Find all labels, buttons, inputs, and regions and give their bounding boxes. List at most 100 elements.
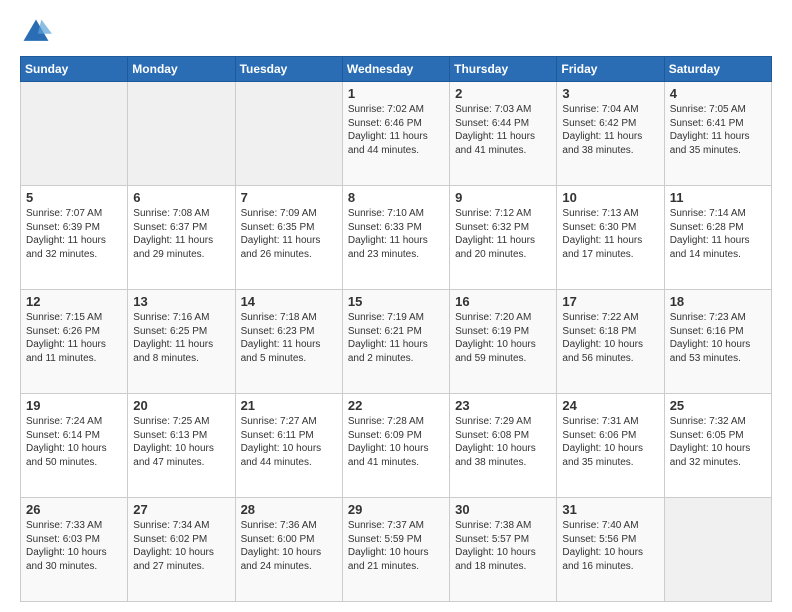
day-number: 12 bbox=[26, 294, 122, 309]
calendar-cell: 25 Sunrise: 7:32 AM Sunset: 6:05 PM Dayli… bbox=[664, 394, 771, 498]
day-info: Sunrise: 7:24 AM Sunset: 6:14 PM Dayligh… bbox=[26, 415, 122, 469]
day-info: Sunrise: 7:02 AM Sunset: 6:46 PM Dayligh… bbox=[348, 103, 444, 157]
day-info: Sunrise: 7:31 AM Sunset: 6:06 PM Dayligh… bbox=[562, 415, 658, 469]
day-info: Sunrise: 7:33 AM Sunset: 6:03 PM Dayligh… bbox=[26, 519, 122, 573]
day-number: 3 bbox=[562, 86, 658, 101]
week-row-4: 19 Sunrise: 7:24 AM Sunset: 6:14 PM Dayli… bbox=[21, 394, 772, 498]
day-info: Sunrise: 7:05 AM Sunset: 6:41 PM Dayligh… bbox=[670, 103, 766, 157]
day-number: 28 bbox=[241, 502, 337, 517]
calendar-body: 1 Sunrise: 7:02 AM Sunset: 6:46 PM Daylig… bbox=[21, 82, 772, 602]
day-number: 21 bbox=[241, 398, 337, 413]
day-info: Sunrise: 7:19 AM Sunset: 6:21 PM Dayligh… bbox=[348, 311, 444, 365]
calendar-cell: 27 Sunrise: 7:34 AM Sunset: 6:02 PM Dayli… bbox=[128, 498, 235, 602]
day-number: 31 bbox=[562, 502, 658, 517]
day-info: Sunrise: 7:08 AM Sunset: 6:37 PM Dayligh… bbox=[133, 207, 229, 261]
day-number: 5 bbox=[26, 190, 122, 205]
calendar-cell bbox=[21, 82, 128, 186]
page: SundayMondayTuesdayWednesdayThursdayFrid… bbox=[0, 0, 792, 612]
header-row: SundayMondayTuesdayWednesdayThursdayFrid… bbox=[21, 57, 772, 82]
day-info: Sunrise: 7:16 AM Sunset: 6:25 PM Dayligh… bbox=[133, 311, 229, 365]
day-number: 1 bbox=[348, 86, 444, 101]
day-number: 2 bbox=[455, 86, 551, 101]
day-number: 23 bbox=[455, 398, 551, 413]
day-number: 27 bbox=[133, 502, 229, 517]
calendar-cell: 5 Sunrise: 7:07 AM Sunset: 6:39 PM Daylig… bbox=[21, 186, 128, 290]
calendar-table: SundayMondayTuesdayWednesdayThursdayFrid… bbox=[20, 56, 772, 602]
day-number: 25 bbox=[670, 398, 766, 413]
day-header-monday: Monday bbox=[128, 57, 235, 82]
day-header-friday: Friday bbox=[557, 57, 664, 82]
calendar-cell: 9Sunrise: 7:12 AM Sunset: 6:32 PM Daylig… bbox=[450, 186, 557, 290]
day-number: 14 bbox=[241, 294, 337, 309]
day-number: 16 bbox=[455, 294, 551, 309]
day-number: 29 bbox=[348, 502, 444, 517]
day-info: Sunrise: 7:22 AM Sunset: 6:18 PM Dayligh… bbox=[562, 311, 658, 365]
week-row-2: 5 Sunrise: 7:07 AM Sunset: 6:39 PM Daylig… bbox=[21, 186, 772, 290]
day-number: 11 bbox=[670, 190, 766, 205]
calendar-cell: 30Sunrise: 7:38 AM Sunset: 5:57 PM Dayli… bbox=[450, 498, 557, 602]
calendar-cell: 8Sunrise: 7:10 AM Sunset: 6:33 PM Daylig… bbox=[342, 186, 449, 290]
calendar-cell: 22 Sunrise: 7:28 AM Sunset: 6:09 PM Dayli… bbox=[342, 394, 449, 498]
day-info: Sunrise: 7:32 AM Sunset: 6:05 PM Dayligh… bbox=[670, 415, 766, 469]
day-info: Sunrise: 7:14 AM Sunset: 6:28 PM Dayligh… bbox=[670, 207, 766, 261]
calendar-cell: 19 Sunrise: 7:24 AM Sunset: 6:14 PM Dayli… bbox=[21, 394, 128, 498]
calendar-cell: 16Sunrise: 7:20 AM Sunset: 6:19 PM Dayli… bbox=[450, 290, 557, 394]
day-header-tuesday: Tuesday bbox=[235, 57, 342, 82]
calendar-cell: 7 Sunrise: 7:09 AM Sunset: 6:35 PM Daylig… bbox=[235, 186, 342, 290]
logo bbox=[20, 16, 58, 48]
calendar-cell: 28Sunrise: 7:36 AM Sunset: 6:00 PM Dayli… bbox=[235, 498, 342, 602]
day-info: Sunrise: 7:07 AM Sunset: 6:39 PM Dayligh… bbox=[26, 207, 122, 261]
day-header-saturday: Saturday bbox=[664, 57, 771, 82]
calendar-cell: 12 Sunrise: 7:15 AM Sunset: 6:26 PM Dayli… bbox=[21, 290, 128, 394]
day-info: Sunrise: 7:10 AM Sunset: 6:33 PM Dayligh… bbox=[348, 207, 444, 261]
day-number: 4 bbox=[670, 86, 766, 101]
day-number: 17 bbox=[562, 294, 658, 309]
day-info: Sunrise: 7:23 AM Sunset: 6:16 PM Dayligh… bbox=[670, 311, 766, 365]
day-info: Sunrise: 7:04 AM Sunset: 6:42 PM Dayligh… bbox=[562, 103, 658, 157]
day-number: 7 bbox=[241, 190, 337, 205]
day-number: 13 bbox=[133, 294, 229, 309]
calendar-cell: 20 Sunrise: 7:25 AM Sunset: 6:13 PM Dayli… bbox=[128, 394, 235, 498]
day-info: Sunrise: 7:25 AM Sunset: 6:13 PM Dayligh… bbox=[133, 415, 229, 469]
day-info: Sunrise: 7:15 AM Sunset: 6:26 PM Dayligh… bbox=[26, 311, 122, 365]
day-number: 15 bbox=[348, 294, 444, 309]
calendar-cell: 18 Sunrise: 7:23 AM Sunset: 6:16 PM Dayli… bbox=[664, 290, 771, 394]
day-info: Sunrise: 7:34 AM Sunset: 6:02 PM Dayligh… bbox=[133, 519, 229, 573]
day-header-sunday: Sunday bbox=[21, 57, 128, 82]
calendar-cell: 2Sunrise: 7:03 AM Sunset: 6:44 PM Daylig… bbox=[450, 82, 557, 186]
day-info: Sunrise: 7:28 AM Sunset: 6:09 PM Dayligh… bbox=[348, 415, 444, 469]
header bbox=[20, 16, 772, 48]
logo-icon bbox=[20, 16, 52, 48]
day-info: Sunrise: 7:18 AM Sunset: 6:23 PM Dayligh… bbox=[241, 311, 337, 365]
calendar-cell: 10Sunrise: 7:13 AM Sunset: 6:30 PM Dayli… bbox=[557, 186, 664, 290]
day-number: 26 bbox=[26, 502, 122, 517]
day-number: 18 bbox=[670, 294, 766, 309]
day-info: Sunrise: 7:13 AM Sunset: 6:30 PM Dayligh… bbox=[562, 207, 658, 261]
calendar-cell: 14 Sunrise: 7:18 AM Sunset: 6:23 PM Dayli… bbox=[235, 290, 342, 394]
day-header-wednesday: Wednesday bbox=[342, 57, 449, 82]
day-info: Sunrise: 7:12 AM Sunset: 6:32 PM Dayligh… bbox=[455, 207, 551, 261]
calendar-cell: 24Sunrise: 7:31 AM Sunset: 6:06 PM Dayli… bbox=[557, 394, 664, 498]
calendar-cell: 23 Sunrise: 7:29 AM Sunset: 6:08 PM Dayli… bbox=[450, 394, 557, 498]
day-info: Sunrise: 7:09 AM Sunset: 6:35 PM Dayligh… bbox=[241, 207, 337, 261]
day-info: Sunrise: 7:29 AM Sunset: 6:08 PM Dayligh… bbox=[455, 415, 551, 469]
calendar-header: SundayMondayTuesdayWednesdayThursdayFrid… bbox=[21, 57, 772, 82]
day-info: Sunrise: 7:27 AM Sunset: 6:11 PM Dayligh… bbox=[241, 415, 337, 469]
calendar-cell bbox=[664, 498, 771, 602]
calendar-cell: 29 Sunrise: 7:37 AM Sunset: 5:59 PM Dayli… bbox=[342, 498, 449, 602]
day-number: 19 bbox=[26, 398, 122, 413]
week-row-3: 12 Sunrise: 7:15 AM Sunset: 6:26 PM Dayli… bbox=[21, 290, 772, 394]
day-info: Sunrise: 7:37 AM Sunset: 5:59 PM Dayligh… bbox=[348, 519, 444, 573]
calendar-cell: 4 Sunrise: 7:05 AM Sunset: 6:41 PM Daylig… bbox=[664, 82, 771, 186]
calendar-cell: 26 Sunrise: 7:33 AM Sunset: 6:03 PM Dayli… bbox=[21, 498, 128, 602]
calendar-cell: 17 Sunrise: 7:22 AM Sunset: 6:18 PM Dayli… bbox=[557, 290, 664, 394]
calendar-cell bbox=[235, 82, 342, 186]
day-number: 22 bbox=[348, 398, 444, 413]
week-row-1: 1 Sunrise: 7:02 AM Sunset: 6:46 PM Daylig… bbox=[21, 82, 772, 186]
calendar-cell: 15 Sunrise: 7:19 AM Sunset: 6:21 PM Dayli… bbox=[342, 290, 449, 394]
day-number: 20 bbox=[133, 398, 229, 413]
day-number: 6 bbox=[133, 190, 229, 205]
day-number: 30 bbox=[455, 502, 551, 517]
calendar-cell: 21 Sunrise: 7:27 AM Sunset: 6:11 PM Dayli… bbox=[235, 394, 342, 498]
calendar-cell bbox=[128, 82, 235, 186]
